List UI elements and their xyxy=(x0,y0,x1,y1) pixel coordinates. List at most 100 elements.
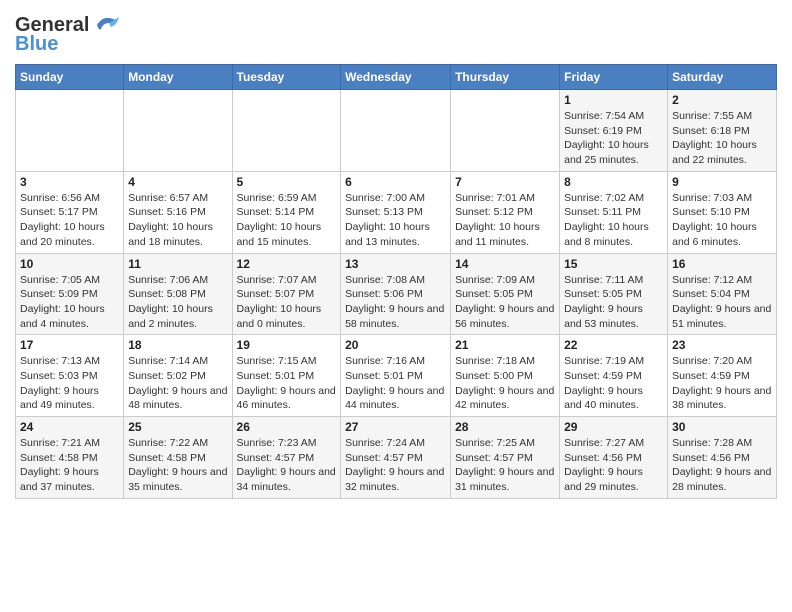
calendar-week-row: 1 Sunrise: 7:54 AM Sunset: 6:19 PM Daylig… xyxy=(16,90,777,172)
day-number: 25 xyxy=(128,420,227,434)
calendar-cell: 19 Sunrise: 7:15 AM Sunset: 5:01 PM Dayli… xyxy=(232,335,341,417)
day-info: Sunrise: 7:19 AM Sunset: 4:59 PM Dayligh… xyxy=(564,354,663,413)
day-number: 29 xyxy=(564,420,663,434)
weekday-header-monday: Monday xyxy=(124,65,232,90)
day-number: 27 xyxy=(345,420,446,434)
day-number: 16 xyxy=(672,257,772,271)
weekday-header-friday: Friday xyxy=(560,65,668,90)
calendar-cell: 8 Sunrise: 7:02 AM Sunset: 5:11 PM Daylig… xyxy=(560,171,668,253)
day-info: Sunrise: 7:09 AM Sunset: 5:05 PM Dayligh… xyxy=(455,273,555,332)
calendar-cell: 14 Sunrise: 7:09 AM Sunset: 5:05 PM Dayli… xyxy=(451,253,560,335)
day-info: Sunrise: 7:05 AM Sunset: 5:09 PM Dayligh… xyxy=(20,273,119,332)
logo-bird-icon xyxy=(93,13,121,35)
calendar-cell: 11 Sunrise: 7:06 AM Sunset: 5:08 PM Dayli… xyxy=(124,253,232,335)
day-info: Sunrise: 7:12 AM Sunset: 5:04 PM Dayligh… xyxy=(672,273,772,332)
day-number: 4 xyxy=(128,175,227,189)
day-info: Sunrise: 7:07 AM Sunset: 5:07 PM Dayligh… xyxy=(237,273,337,332)
day-number: 26 xyxy=(237,420,337,434)
day-number: 24 xyxy=(20,420,119,434)
day-info: Sunrise: 7:18 AM Sunset: 5:00 PM Dayligh… xyxy=(455,354,555,413)
day-info: Sunrise: 7:15 AM Sunset: 5:01 PM Dayligh… xyxy=(237,354,337,413)
day-number: 3 xyxy=(20,175,119,189)
day-number: 1 xyxy=(564,93,663,107)
day-number: 13 xyxy=(345,257,446,271)
day-info: Sunrise: 7:03 AM Sunset: 5:10 PM Dayligh… xyxy=(672,191,772,250)
weekday-header-saturday: Saturday xyxy=(668,65,777,90)
day-info: Sunrise: 7:22 AM Sunset: 4:58 PM Dayligh… xyxy=(128,436,227,495)
day-number: 19 xyxy=(237,338,337,352)
calendar-cell: 5 Sunrise: 6:59 AM Sunset: 5:14 PM Daylig… xyxy=(232,171,341,253)
day-info: Sunrise: 7:08 AM Sunset: 5:06 PM Dayligh… xyxy=(345,273,446,332)
day-info: Sunrise: 7:20 AM Sunset: 4:59 PM Dayligh… xyxy=(672,354,772,413)
calendar-cell: 23 Sunrise: 7:20 AM Sunset: 4:59 PM Dayli… xyxy=(668,335,777,417)
header: General Blue xyxy=(15,10,777,56)
calendar-cell: 26 Sunrise: 7:23 AM Sunset: 4:57 PM Dayli… xyxy=(232,417,341,499)
day-number: 18 xyxy=(128,338,227,352)
day-info: Sunrise: 7:28 AM Sunset: 4:56 PM Dayligh… xyxy=(672,436,772,495)
day-info: Sunrise: 7:06 AM Sunset: 5:08 PM Dayligh… xyxy=(128,273,227,332)
day-info: Sunrise: 7:27 AM Sunset: 4:56 PM Dayligh… xyxy=(564,436,663,495)
calendar-week-row: 3 Sunrise: 6:56 AM Sunset: 5:17 PM Daylig… xyxy=(16,171,777,253)
calendar-week-row: 10 Sunrise: 7:05 AM Sunset: 5:09 PM Dayli… xyxy=(16,253,777,335)
day-info: Sunrise: 7:02 AM Sunset: 5:11 PM Dayligh… xyxy=(564,191,663,250)
day-number: 23 xyxy=(672,338,772,352)
day-number: 14 xyxy=(455,257,555,271)
day-number: 9 xyxy=(672,175,772,189)
day-number: 7 xyxy=(455,175,555,189)
logo: General Blue xyxy=(15,14,121,56)
day-number: 15 xyxy=(564,257,663,271)
day-info: Sunrise: 6:56 AM Sunset: 5:17 PM Dayligh… xyxy=(20,191,119,250)
calendar-week-row: 17Sunrise: 7:13 AM Sunset: 5:03 PM Dayli… xyxy=(16,335,777,417)
calendar-cell: 21Sunrise: 7:18 AM Sunset: 5:00 PM Dayli… xyxy=(451,335,560,417)
day-info: Sunrise: 7:25 AM Sunset: 4:57 PM Dayligh… xyxy=(455,436,555,495)
day-info: Sunrise: 7:11 AM Sunset: 5:05 PM Dayligh… xyxy=(564,273,663,332)
day-number: 30 xyxy=(672,420,772,434)
calendar-table: SundayMondayTuesdayWednesdayThursdayFrid… xyxy=(15,64,777,499)
day-number: 10 xyxy=(20,257,119,271)
calendar-cell: 22 Sunrise: 7:19 AM Sunset: 4:59 PM Dayli… xyxy=(560,335,668,417)
day-number: 22 xyxy=(564,338,663,352)
day-number: 8 xyxy=(564,175,663,189)
day-number: 2 xyxy=(672,93,772,107)
day-number: 5 xyxy=(237,175,337,189)
weekday-header-sunday: Sunday xyxy=(16,65,124,90)
calendar-cell: 25 Sunrise: 7:22 AM Sunset: 4:58 PM Dayli… xyxy=(124,417,232,499)
day-info: Sunrise: 6:57 AM Sunset: 5:16 PM Dayligh… xyxy=(128,191,227,250)
calendar-cell: 2 Sunrise: 7:55 AM Sunset: 6:18 PM Daylig… xyxy=(668,90,777,172)
day-info: Sunrise: 7:23 AM Sunset: 4:57 PM Dayligh… xyxy=(237,436,337,495)
day-number: 20 xyxy=(345,338,446,352)
calendar-cell xyxy=(124,90,232,172)
calendar-cell: 29 Sunrise: 7:27 AM Sunset: 4:56 PM Dayli… xyxy=(560,417,668,499)
calendar-cell: 7Sunrise: 7:01 AM Sunset: 5:12 PM Daylig… xyxy=(451,171,560,253)
day-info: Sunrise: 7:24 AM Sunset: 4:57 PM Dayligh… xyxy=(345,436,446,495)
day-info: Sunrise: 7:55 AM Sunset: 6:18 PM Dayligh… xyxy=(672,109,772,168)
calendar-cell: 28 Sunrise: 7:25 AM Sunset: 4:57 PM Dayli… xyxy=(451,417,560,499)
day-number: 28 xyxy=(455,420,555,434)
calendar-cell: 18Sunrise: 7:14 AM Sunset: 5:02 PM Dayli… xyxy=(124,335,232,417)
weekday-header-tuesday: Tuesday xyxy=(232,65,341,90)
calendar-cell: 4 Sunrise: 6:57 AM Sunset: 5:16 PM Daylig… xyxy=(124,171,232,253)
calendar-cell: 20Sunrise: 7:16 AM Sunset: 5:01 PM Dayli… xyxy=(341,335,451,417)
day-info: Sunrise: 7:13 AM Sunset: 5:03 PM Dayligh… xyxy=(20,354,119,413)
calendar-cell: 9 Sunrise: 7:03 AM Sunset: 5:10 PM Daylig… xyxy=(668,171,777,253)
calendar-cell xyxy=(232,90,341,172)
calendar-cell: 15 Sunrise: 7:11 AM Sunset: 5:05 PM Dayli… xyxy=(560,253,668,335)
day-info: Sunrise: 7:54 AM Sunset: 6:19 PM Dayligh… xyxy=(564,109,663,168)
day-info: Sunrise: 7:00 AM Sunset: 5:13 PM Dayligh… xyxy=(345,191,446,250)
day-number: 12 xyxy=(237,257,337,271)
calendar-cell: 12 Sunrise: 7:07 AM Sunset: 5:07 PM Dayli… xyxy=(232,253,341,335)
calendar-cell: 13 Sunrise: 7:08 AM Sunset: 5:06 PM Dayli… xyxy=(341,253,451,335)
calendar-cell xyxy=(16,90,124,172)
day-info: Sunrise: 6:59 AM Sunset: 5:14 PM Dayligh… xyxy=(237,191,337,250)
weekday-header-thursday: Thursday xyxy=(451,65,560,90)
day-number: 11 xyxy=(128,257,227,271)
calendar-cell: 1 Sunrise: 7:54 AM Sunset: 6:19 PM Daylig… xyxy=(560,90,668,172)
calendar-week-row: 24 Sunrise: 7:21 AM Sunset: 4:58 PM Dayli… xyxy=(16,417,777,499)
day-number: 6 xyxy=(345,175,446,189)
calendar-cell xyxy=(451,90,560,172)
calendar-cell: 30 Sunrise: 7:28 AM Sunset: 4:56 PM Dayli… xyxy=(668,417,777,499)
calendar-cell xyxy=(341,90,451,172)
weekday-header-wednesday: Wednesday xyxy=(341,65,451,90)
day-info: Sunrise: 7:21 AM Sunset: 4:58 PM Dayligh… xyxy=(20,436,119,495)
calendar-cell: 24 Sunrise: 7:21 AM Sunset: 4:58 PM Dayli… xyxy=(16,417,124,499)
